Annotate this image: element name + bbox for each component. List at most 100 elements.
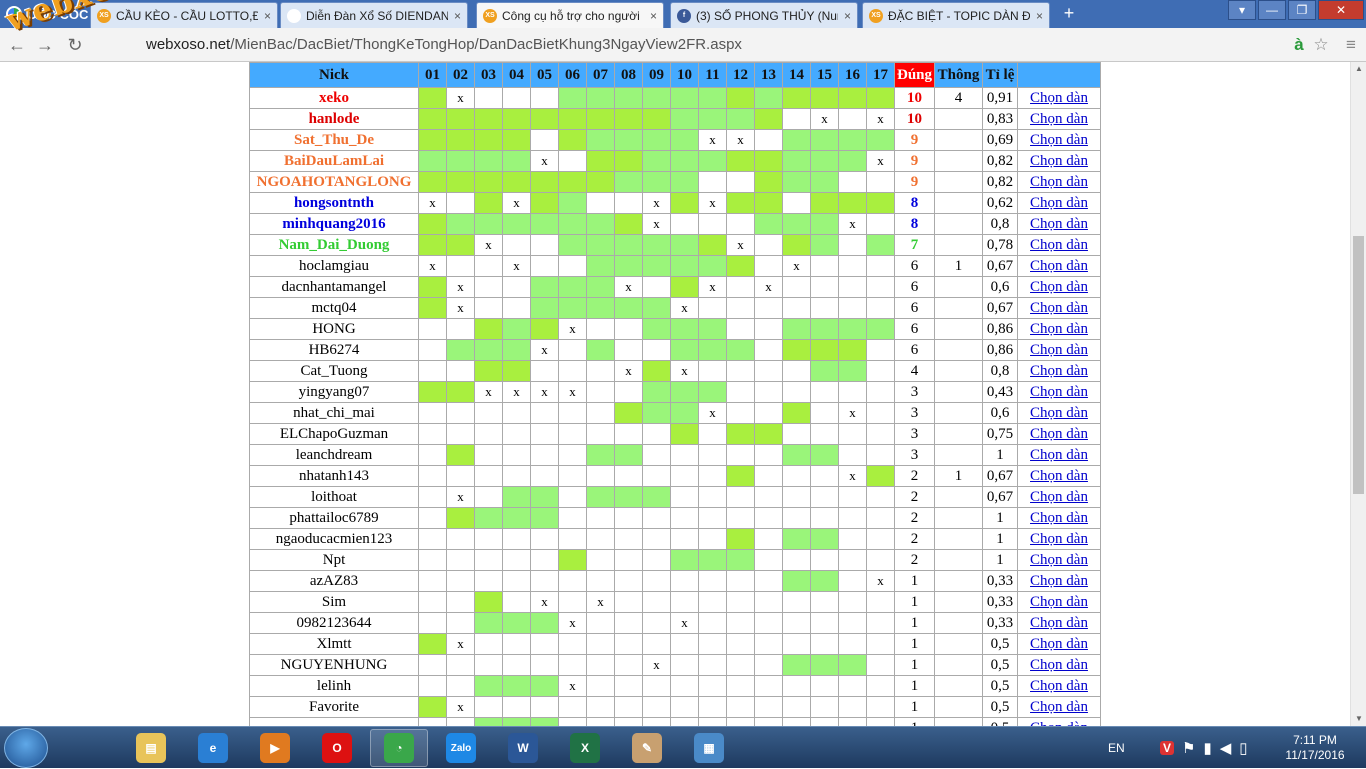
- chon-dan-link[interactable]: Chọn dàn: [1030, 216, 1088, 232]
- tab-close-icon[interactable]: ×: [650, 9, 657, 23]
- taskbar-app-photo[interactable]: ▦: [680, 729, 738, 767]
- scroll-down-icon[interactable]: ▼: [1351, 712, 1366, 726]
- day-cell: [726, 171, 755, 193]
- taskbar-app-ie[interactable]: e: [184, 729, 242, 767]
- browser-tab[interactable]: XS Công cụ hỗ trợ cho người ×: [476, 2, 664, 28]
- minimize-icon[interactable]: —: [1258, 0, 1286, 20]
- table-row: Nam_Dai_Duong x x 7 0,78 Chọn dàn: [249, 234, 1101, 256]
- tile-cell: 0,33: [982, 570, 1018, 592]
- tab-close-icon[interactable]: ×: [844, 9, 851, 23]
- chon-dan-link[interactable]: Chọn dàn: [1030, 510, 1088, 526]
- user-icon[interactable]: ▾: [1228, 0, 1256, 20]
- day-cell: [502, 549, 531, 571]
- taskbar-app-explorer[interactable]: ▤: [122, 729, 180, 767]
- chon-dan-link[interactable]: Chọn dàn: [1030, 300, 1088, 316]
- flag-icon[interactable]: ⚑: [1182, 739, 1195, 757]
- chon-dan-link[interactable]: Chọn dàn: [1030, 405, 1088, 421]
- chon-dan-link[interactable]: Chọn dàn: [1030, 342, 1088, 358]
- day-cell: [810, 402, 839, 424]
- day-cell: [502, 528, 531, 550]
- tray-icons[interactable]: V ⚑ ▮ ◀ ▯: [1160, 727, 1248, 769]
- system-clock[interactable]: 7:11 PM 11/17/2016: [1280, 733, 1350, 763]
- tab-close-icon[interactable]: ×: [264, 9, 271, 23]
- start-button[interactable]: [4, 728, 48, 768]
- browser-tab[interactable]: XS ĐẶC BIỆT - TOPIC DÀN ĐẶ ×: [862, 2, 1050, 28]
- taskbar-app-coccoc[interactable]: ◔: [370, 729, 428, 767]
- translate-icon[interactable]: à: [1288, 34, 1310, 56]
- day-cell: [614, 612, 643, 634]
- taskbar-app-media[interactable]: ▶: [246, 729, 304, 767]
- chon-dan-link[interactable]: Chọn dàn: [1030, 699, 1088, 715]
- network-icon[interactable]: ▮: [1203, 739, 1211, 757]
- chon-dan-link[interactable]: Chọn dàn: [1030, 573, 1088, 589]
- taskbar-app-opera[interactable]: O: [308, 729, 366, 767]
- chon-dan-link[interactable]: Chọn dàn: [1030, 594, 1088, 610]
- chon-dan-link[interactable]: Chọn dàn: [1030, 363, 1088, 379]
- chon-dan-link[interactable]: Chọn dàn: [1030, 153, 1088, 169]
- taskbar-app-excel[interactable]: X: [556, 729, 614, 767]
- chon-dan-link[interactable]: Chọn dàn: [1030, 447, 1088, 463]
- battery-icon[interactable]: ▯: [1239, 739, 1247, 757]
- chon-dan-link[interactable]: Chọn dàn: [1030, 384, 1088, 400]
- chon-dan-link[interactable]: Chọn dàn: [1030, 174, 1088, 190]
- chon-dan-link[interactable]: Chọn dàn: [1030, 489, 1088, 505]
- chon-dan-link[interactable]: Chọn dàn: [1030, 615, 1088, 631]
- day-cell: x: [642, 213, 671, 235]
- address-bar[interactable]: webxoso.net/MienBac/DacBiet/ThongKeTongH…: [96, 33, 1296, 57]
- chon-dan-link[interactable]: Chọn dàn: [1030, 111, 1088, 127]
- volume-icon[interactable]: ◀: [1220, 739, 1232, 757]
- scroll-thumb[interactable]: [1353, 236, 1364, 494]
- new-tab-icon[interactable]: +: [1060, 4, 1078, 22]
- chon-dan-link[interactable]: Chọn dàn: [1030, 132, 1088, 148]
- browser-tab[interactable]: Diễn Đàn Xổ Số DIENDAN ×: [280, 2, 468, 28]
- close-window-icon[interactable]: ✕: [1318, 0, 1364, 20]
- chon-dan-link[interactable]: Chọn dàn: [1030, 195, 1088, 211]
- chon-dan-link[interactable]: Chọn dàn: [1030, 468, 1088, 484]
- day-cell: x: [530, 591, 559, 613]
- day-cell: [530, 633, 559, 655]
- dung-cell: 2: [894, 465, 935, 487]
- tile-cell: 0,67: [982, 465, 1018, 487]
- chon-dan-cell: Chọn dàn: [1017, 234, 1101, 256]
- browser-tab[interactable]: XS CẦU KÈO - CẦU LOTTO,ĐẦ ×: [90, 2, 278, 28]
- day-cell: [418, 465, 447, 487]
- forward-icon[interactable]: →: [34, 34, 56, 56]
- day-cell: [474, 633, 503, 655]
- chon-dan-link[interactable]: Chọn dàn: [1030, 678, 1088, 694]
- table-row: azAZ83 x 1 0,33 Chọn dàn: [249, 570, 1101, 592]
- chon-dan-link[interactable]: Chọn dàn: [1030, 279, 1088, 295]
- chon-dan-link[interactable]: Chọn dàn: [1030, 657, 1088, 673]
- reload-icon[interactable]: ↻: [64, 34, 86, 56]
- tab-close-icon[interactable]: ×: [1036, 9, 1043, 23]
- chon-dan-link[interactable]: Chọn dàn: [1030, 321, 1088, 337]
- menu-icon[interactable]: ≡: [1340, 34, 1362, 56]
- vertical-scrollbar[interactable]: ▲ ▼: [1350, 62, 1366, 726]
- day-cell: [698, 381, 727, 403]
- chon-dan-link[interactable]: Chọn dàn: [1030, 90, 1088, 106]
- chon-dan-link[interactable]: Chọn dàn: [1030, 426, 1088, 442]
- language-indicator[interactable]: EN: [1108, 727, 1125, 769]
- thong-cell: [934, 129, 983, 151]
- day-cell: [530, 255, 559, 277]
- tab-title: Công cụ hỗ trợ cho người: [502, 8, 640, 23]
- day-cell: [586, 507, 615, 529]
- chon-dan-link[interactable]: Chọn dàn: [1030, 552, 1088, 568]
- browser-tab[interactable]: f (3) SỐ PHONG THỦY (Num ×: [670, 2, 858, 28]
- taskbar-app-zalo[interactable]: Zalo: [432, 729, 490, 767]
- chon-dan-link[interactable]: Chọn dàn: [1030, 636, 1088, 652]
- chon-dan-link[interactable]: Chọn dàn: [1030, 237, 1088, 253]
- tab-favicon-icon: f: [677, 8, 691, 23]
- tile-cell: 1: [982, 528, 1018, 550]
- maximize-icon[interactable]: ❐: [1288, 0, 1316, 20]
- bookmark-star-icon[interactable]: ☆: [1310, 34, 1332, 56]
- tab-close-icon[interactable]: ×: [454, 9, 461, 23]
- chon-dan-link[interactable]: Chọn dàn: [1030, 531, 1088, 547]
- chon-dan-link[interactable]: Chọn dàn: [1030, 258, 1088, 274]
- day-cell: [754, 444, 783, 466]
- taskbar-app-paint[interactable]: ✎: [618, 729, 676, 767]
- taskbar-app-word[interactable]: W: [494, 729, 552, 767]
- vivaldi-tray-icon[interactable]: V: [1160, 741, 1175, 755]
- scroll-up-icon[interactable]: ▲: [1351, 62, 1366, 76]
- header-day: 06: [558, 62, 587, 88]
- day-cell: [446, 423, 475, 445]
